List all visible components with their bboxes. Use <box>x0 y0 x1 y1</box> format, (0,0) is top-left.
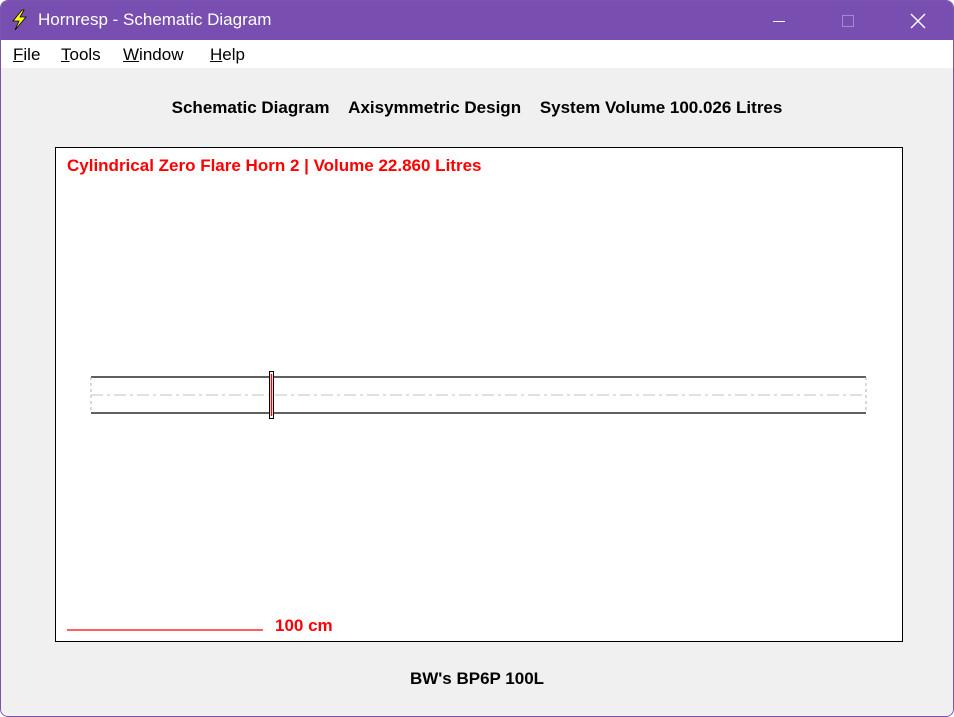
menu-tools[interactable]: Tools <box>61 45 101 65</box>
maximize-button[interactable] <box>825 1 871 40</box>
minimize-icon <box>773 20 785 22</box>
app-window: Hornresp - Schematic Diagram File Tools … <box>0 0 954 717</box>
window-title: Hornresp - Schematic Diagram <box>38 10 272 29</box>
diagram-header: Schematic Diagram Axisymmetric Design Sy… <box>1 97 953 119</box>
diagram-type-label: Schematic Diagram <box>171 98 330 117</box>
close-icon <box>910 13 926 28</box>
content-area: Schematic Diagram Axisymmetric Design Sy… <box>1 68 953 716</box>
menu-bar: File Tools Window Help <box>1 40 953 68</box>
lightning-bolt-icon <box>12 9 27 31</box>
title-bar[interactable]: Hornresp - Schematic Diagram <box>1 1 953 40</box>
menu-window[interactable]: Window <box>123 45 183 65</box>
project-name: BW's BP6P 100L <box>409 669 545 688</box>
horn-schematic <box>67 371 867 631</box>
close-button[interactable] <box>895 1 941 40</box>
system-volume-label: System Volume 100.026 Litres <box>539 98 783 117</box>
menu-file[interactable]: File <box>13 45 40 65</box>
maximize-icon <box>842 14 854 27</box>
minimize-button[interactable] <box>756 1 802 40</box>
schematic-canvas: Cylindrical Zero Flare Horn 2 | Volume 2… <box>55 147 903 642</box>
menu-help[interactable]: Help <box>210 45 245 65</box>
scale-bar-label: 100 cm <box>275 616 333 635</box>
design-type-label: Axisymmetric Design <box>348 98 522 117</box>
